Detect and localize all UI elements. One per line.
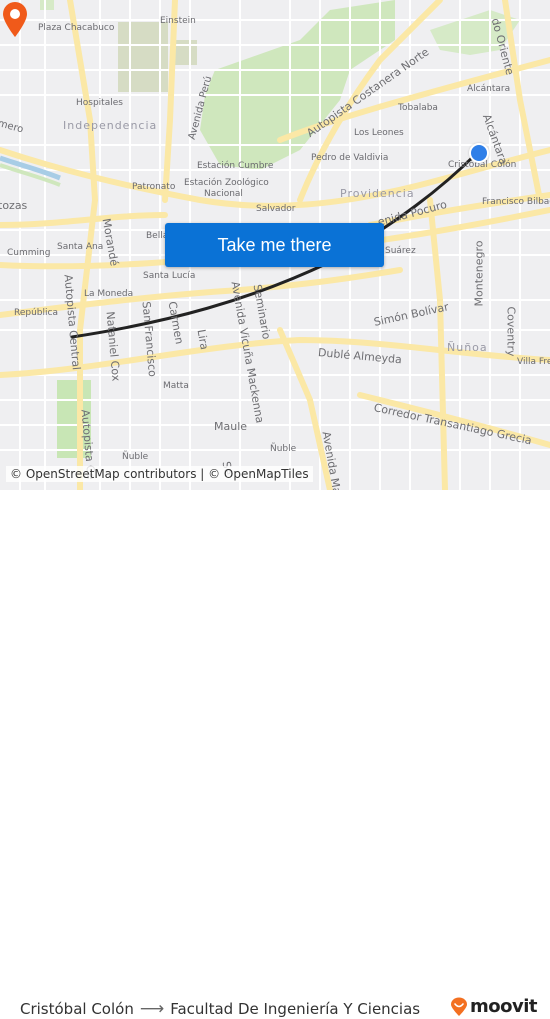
map-label-alcantara: Alcántara	[467, 84, 511, 94]
moovit-pin-icon	[451, 997, 467, 1016]
arrow-right-icon: ⟶	[139, 999, 165, 1019]
map-label-los-leones: Los Leones	[354, 128, 404, 138]
map-label-nuble-1: Ñuble	[122, 452, 149, 462]
origin-name: Cristóbal Colón	[20, 1000, 134, 1018]
footer: Cristóbal Colón ⟶ Facultad De Ingeniería…	[0, 490, 550, 1019]
map-label-patronato: Patronato	[132, 182, 176, 192]
map-label-villa-frei: Villa Frei	[517, 357, 550, 367]
take-me-there-button[interactable]: Take me there	[165, 223, 384, 267]
green-area	[175, 40, 197, 65]
map-label-montenegro: Montenegro	[472, 240, 486, 307]
map-label-estacion-zoologico: Estación Zoológico	[184, 178, 269, 188]
map-label-tobalaba: Tobalaba	[398, 103, 438, 113]
map-label-nunoa: Ñuñoa	[447, 341, 488, 354]
map-label-coventry: Coventry	[504, 306, 518, 357]
moovit-logo[interactable]: moovit	[450, 996, 538, 1017]
destination-name: Facultad De Ingeniería Y Ciencias	[170, 1000, 421, 1018]
map-label-la-moneda: La Moneda	[84, 289, 134, 299]
map-label-matta: Matta	[163, 381, 189, 391]
park-small	[40, 0, 54, 10]
destination-pin-icon[interactable]	[0, 0, 30, 38]
map-label-einstein: Einstein	[160, 16, 196, 26]
map-label-maule: Maule	[214, 420, 248, 433]
map-label-independencia: Independencia	[63, 119, 158, 132]
map-label-suarez: Suárez	[385, 246, 416, 256]
route-summary: Cristóbal Colón ⟶ Facultad De Ingeniería…	[20, 999, 420, 1019]
map-canvas[interactable]: Plaza Chacabuco Einstein Hospitales Inde…	[0, 0, 550, 490]
map-label-nuble-2: Ñuble	[270, 444, 297, 454]
map-label-estacion-cumbre: Estación Cumbre	[197, 161, 274, 171]
map-label-cumming: Cumming	[7, 248, 51, 258]
map-label-hospitales: Hospitales	[76, 98, 123, 108]
map-label-pedro-de-valdivia: Pedro de Valdivia	[311, 153, 389, 163]
map-label-tozas: tozas	[0, 199, 28, 212]
origin-marker[interactable]	[469, 143, 489, 163]
map-label-republica: República	[14, 308, 58, 318]
map-label-salvador: Salvador	[256, 204, 296, 214]
moovit-wordmark: moovit	[470, 996, 538, 1017]
map-label-santa-ana: Santa Ana	[57, 242, 104, 252]
map-label-providencia: Providencia	[340, 187, 415, 200]
map-label-nacional: Nacional	[204, 189, 243, 199]
map-attribution[interactable]: © OpenStreetMap contributors | © OpenMap…	[6, 466, 313, 482]
map-label-francisco-bilbao: Francisco Bilbao	[482, 197, 550, 207]
map-label-plaza-chacabuco: Plaza Chacabuco	[38, 23, 115, 33]
map-label-santa-lucia: Santa Lucía	[143, 271, 196, 281]
